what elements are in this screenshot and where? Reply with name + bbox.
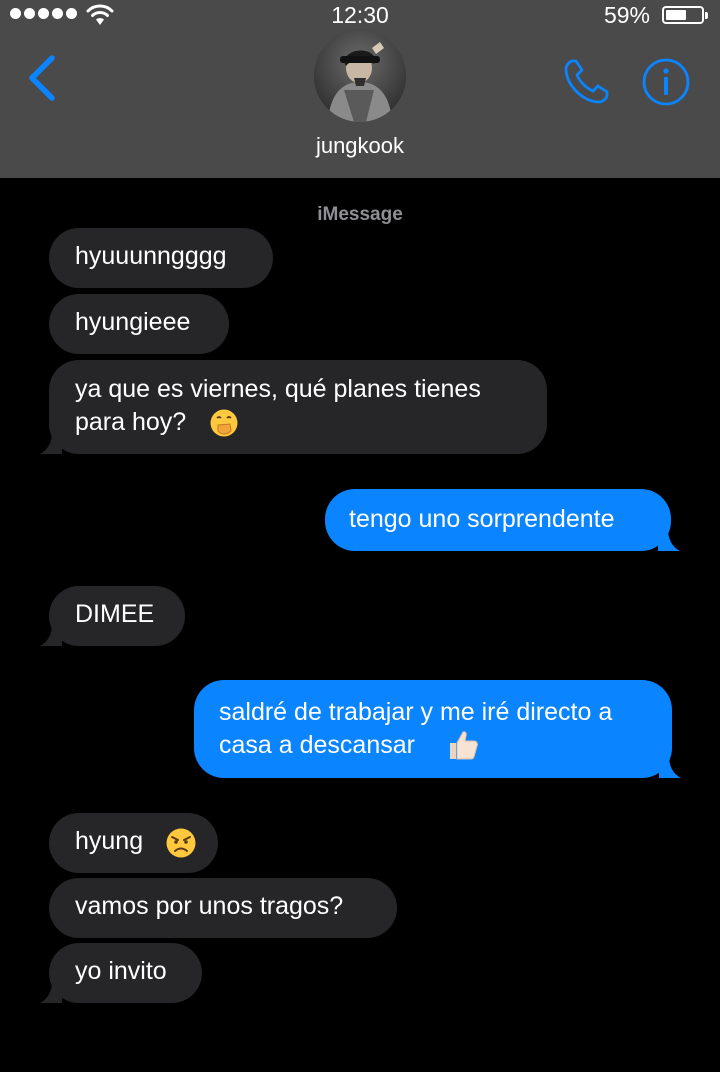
- back-chevron-icon[interactable]: [22, 52, 62, 104]
- face-with-hand-over-mouth-emoji-icon: [210, 409, 238, 437]
- message-text: vamos por unos tragos?: [75, 892, 344, 920]
- message-text: tengo uno sorprendente: [349, 505, 615, 533]
- battery-icon: [662, 6, 708, 24]
- contact-name[interactable]: jungkook: [0, 133, 720, 159]
- message-text: hyungieee: [75, 308, 191, 336]
- status-bar: 12:30 59%: [0, 0, 720, 32]
- bubble-tail: [40, 624, 62, 646]
- battery-percentage: 59%: [603, 2, 650, 28]
- chat-header: 12:30 59% jungkook: [0, 0, 720, 178]
- angry-face-emoji-icon: [166, 828, 196, 858]
- message-text: ya que es viernes, qué planes tienes par…: [75, 375, 481, 436]
- message-text: hyung: [75, 827, 144, 855]
- message-bubble-outgoing[interactable]: tengo uno sorprendente: [325, 489, 680, 551]
- message-bubble-incoming[interactable]: hyung: [49, 813, 218, 873]
- service-label: iMessage: [317, 204, 403, 225]
- bubble-tail: [658, 529, 680, 551]
- message-bubble-incoming[interactable]: yo invito: [40, 943, 202, 1003]
- message-bubble-incoming[interactable]: ya que es viernes, qué planes tienes par…: [40, 360, 547, 454]
- message-text: yo invito: [75, 957, 167, 985]
- message-bubble-incoming[interactable]: DIMEE: [40, 586, 185, 646]
- message-bubble-outgoing[interactable]: saldré de trabajar y me iré directo a ca…: [194, 680, 681, 778]
- contact-avatar[interactable]: [314, 30, 406, 122]
- bubble-tail: [659, 756, 681, 778]
- message-text: hyuuunngggg: [75, 242, 227, 270]
- thumbs-up-emoji-icon: [450, 731, 478, 760]
- message-bubble-incoming[interactable]: hyuuunngggg: [49, 228, 273, 288]
- info-icon[interactable]: [640, 56, 692, 108]
- bubble-tail: [40, 981, 62, 1003]
- message-bubble-incoming[interactable]: hyungieee: [49, 294, 229, 354]
- message-bubble-incoming[interactable]: vamos por unos tragos?: [49, 878, 397, 938]
- message-text: DIMEE: [75, 600, 155, 628]
- bubble-tail: [40, 432, 62, 454]
- message-text: saldré de trabajar y me iré directo a ca…: [219, 698, 613, 759]
- phone-call-icon[interactable]: [562, 56, 612, 106]
- avatar-photo: [314, 30, 406, 122]
